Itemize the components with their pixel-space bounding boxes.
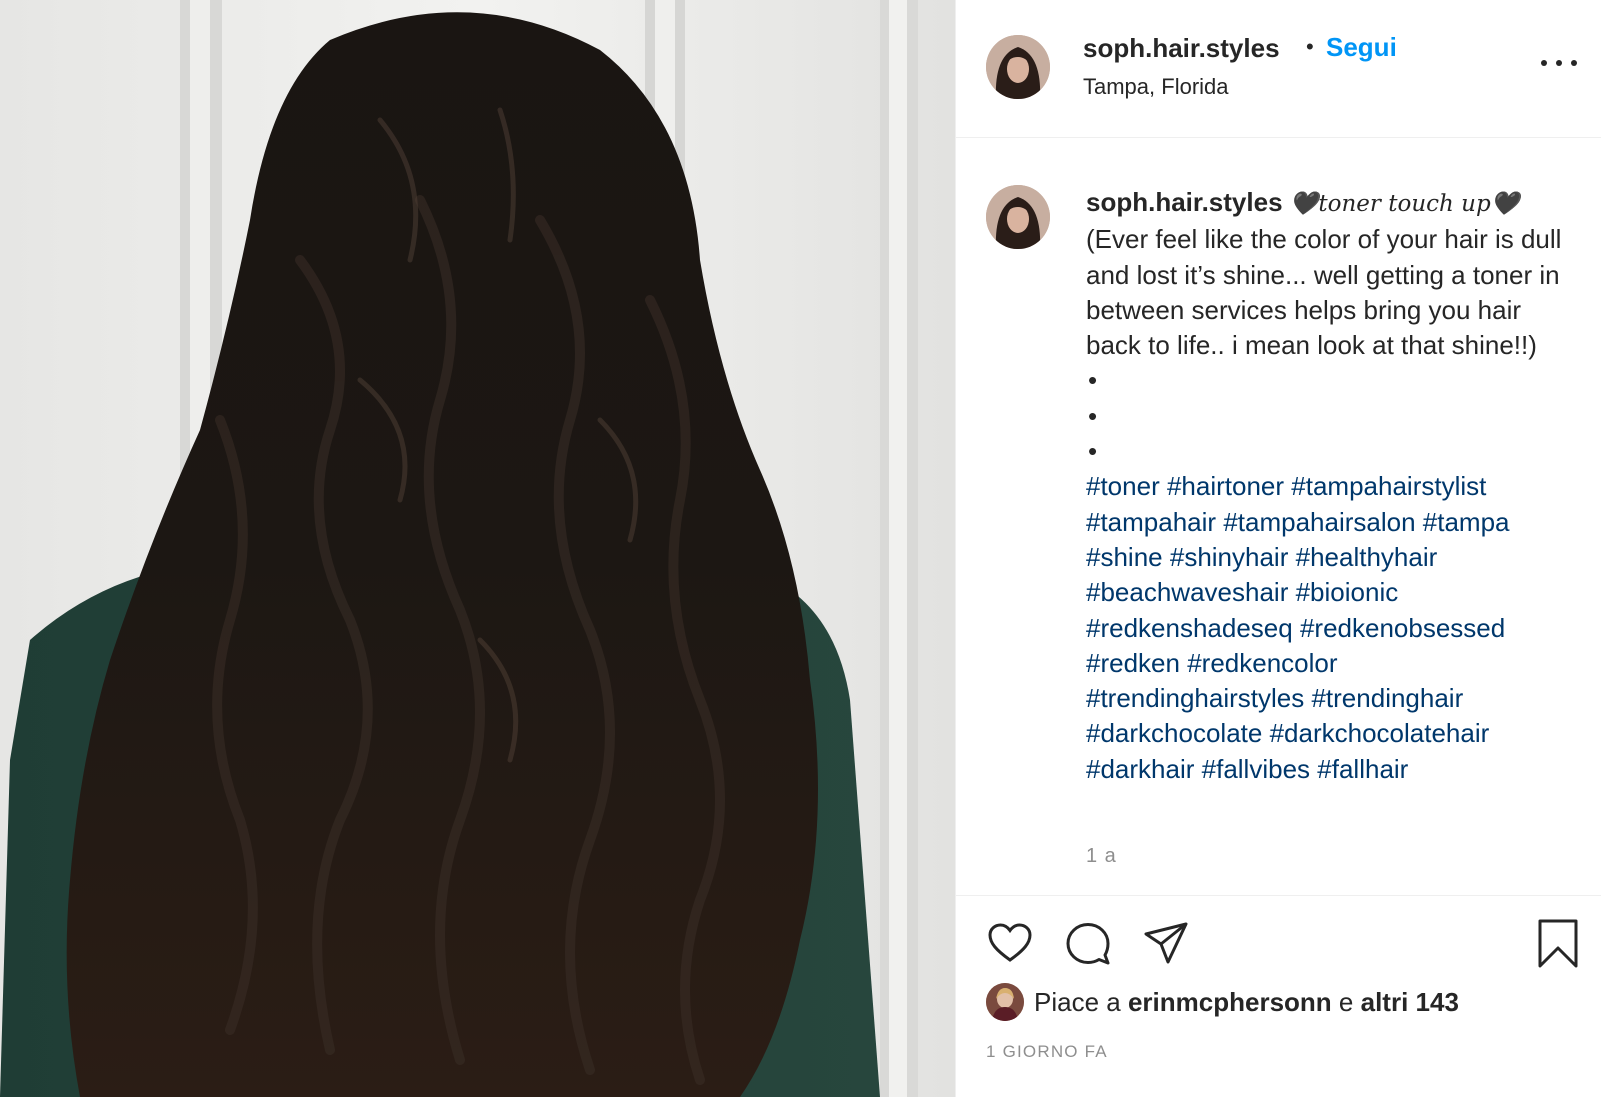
post-photo[interactable] <box>0 0 955 1097</box>
caption-bullet: • <box>1088 365 1098 396</box>
caption-bullet: • <box>1088 436 1098 467</box>
likes-summary[interactable]: Piace a erinmcphersonn e altri 143 <box>986 982 1459 1022</box>
caption-body: (Ever feel like the color of your hair i… <box>1086 224 1562 361</box>
location-link[interactable]: Tampa, Florida <box>1083 74 1229 100</box>
post-header: soph.hair.styles • Segui Tampa, Florida <box>956 0 1601 138</box>
author-username-link[interactable]: soph.hair.styles <box>1083 33 1280 64</box>
hashtag-link[interactable]: #shine <box>1086 542 1163 572</box>
bookmark-icon[interactable] <box>1536 918 1580 970</box>
caption-title: 🖤toner touch up🖤 <box>1289 191 1520 217</box>
comment-icon[interactable] <box>1064 919 1112 967</box>
post-age[interactable]: 1 GIORNO FA <box>986 1042 1108 1062</box>
hashtag-link[interactable]: #healthyhair <box>1296 542 1438 572</box>
caption-area: soph.hair.styles 🖤toner touch up🖤 (Ever … <box>956 139 1601 895</box>
hair-photo-image <box>0 0 955 1097</box>
post-side-panel: soph.hair.styles • Segui Tampa, Florida <box>955 0 1601 1097</box>
caption-bullet: • <box>1088 400 1098 431</box>
likes-prefix: Piace a <box>1034 986 1121 1017</box>
liker-username-link[interactable]: erinmcphersonn <box>1128 987 1332 1017</box>
hashtag-link[interactable]: #darkhair <box>1086 754 1194 784</box>
caption-username-link[interactable]: soph.hair.styles <box>1086 187 1283 217</box>
more-dot <box>1571 60 1577 66</box>
hashtag-link[interactable]: #redkenshadeseq <box>1086 613 1293 643</box>
header-separator: • <box>1306 34 1314 59</box>
more-dots-icon[interactable] <box>1541 56 1577 70</box>
hashtag-link[interactable]: #tampahairsalon <box>1223 507 1415 537</box>
liker-avatar[interactable] <box>986 983 1024 1021</box>
hashtag-link[interactable]: #darkchocolate <box>1086 718 1262 748</box>
hashtag-link[interactable]: #trendinghairstyles <box>1086 683 1304 713</box>
hashtag-link[interactable]: #hairtoner <box>1167 471 1284 501</box>
caption-author-avatar[interactable] <box>986 185 1050 249</box>
instagram-post: soph.hair.styles • Segui Tampa, Florida <box>0 0 1601 1097</box>
hashtag-list: #toner #hairtoner #tampahairstylist #tam… <box>1086 471 1510 783</box>
hashtag-link[interactable]: #darkchocolatehair <box>1270 718 1490 748</box>
hashtag-link[interactable]: #tampahairstylist <box>1291 471 1486 501</box>
hashtag-link[interactable]: #toner <box>1086 471 1160 501</box>
hashtag-link[interactable]: #trendinghair <box>1311 683 1463 713</box>
paper-plane-icon[interactable] <box>1142 919 1190 967</box>
caption-text: soph.hair.styles 🖤toner touch up🖤 (Ever … <box>1086 185 1576 787</box>
hashtag-link[interactable]: #redkencolor <box>1187 648 1337 678</box>
hashtag-link[interactable]: #redken <box>1086 648 1180 678</box>
hashtag-link[interactable]: #bioionic <box>1296 577 1399 607</box>
more-dot <box>1556 60 1562 66</box>
hashtag-link[interactable]: #fallhair <box>1317 754 1408 784</box>
likes-joiner: e <box>1338 986 1354 1017</box>
hashtag-link[interactable]: #beachwaveshair <box>1086 577 1288 607</box>
more-dot <box>1541 60 1547 66</box>
liker-avatar-image <box>986 983 1024 1021</box>
hashtag-link[interactable]: #redkenobsessed <box>1300 613 1505 643</box>
caption-avatar-image <box>986 185 1050 249</box>
author-avatar-image <box>986 35 1050 99</box>
likes-others-link[interactable]: altri 143 <box>1361 987 1459 1017</box>
heart-icon[interactable] <box>986 919 1034 967</box>
hashtag-link[interactable]: #fallvibes <box>1202 754 1310 784</box>
caption-timestamp: 1 a <box>1086 845 1117 867</box>
hashtag-link[interactable]: #tampahair <box>1086 507 1216 537</box>
hashtag-link[interactable]: #tampa <box>1423 507 1510 537</box>
hashtag-link[interactable]: #shinyhair <box>1170 542 1289 572</box>
post-actions: Piace a erinmcphersonn e altri 143 1 GIO… <box>956 895 1601 1097</box>
follow-button[interactable]: Segui <box>1326 32 1397 63</box>
author-avatar[interactable] <box>986 35 1050 99</box>
likes-text: Piace a erinmcphersonn e altri 143 <box>1034 987 1459 1018</box>
